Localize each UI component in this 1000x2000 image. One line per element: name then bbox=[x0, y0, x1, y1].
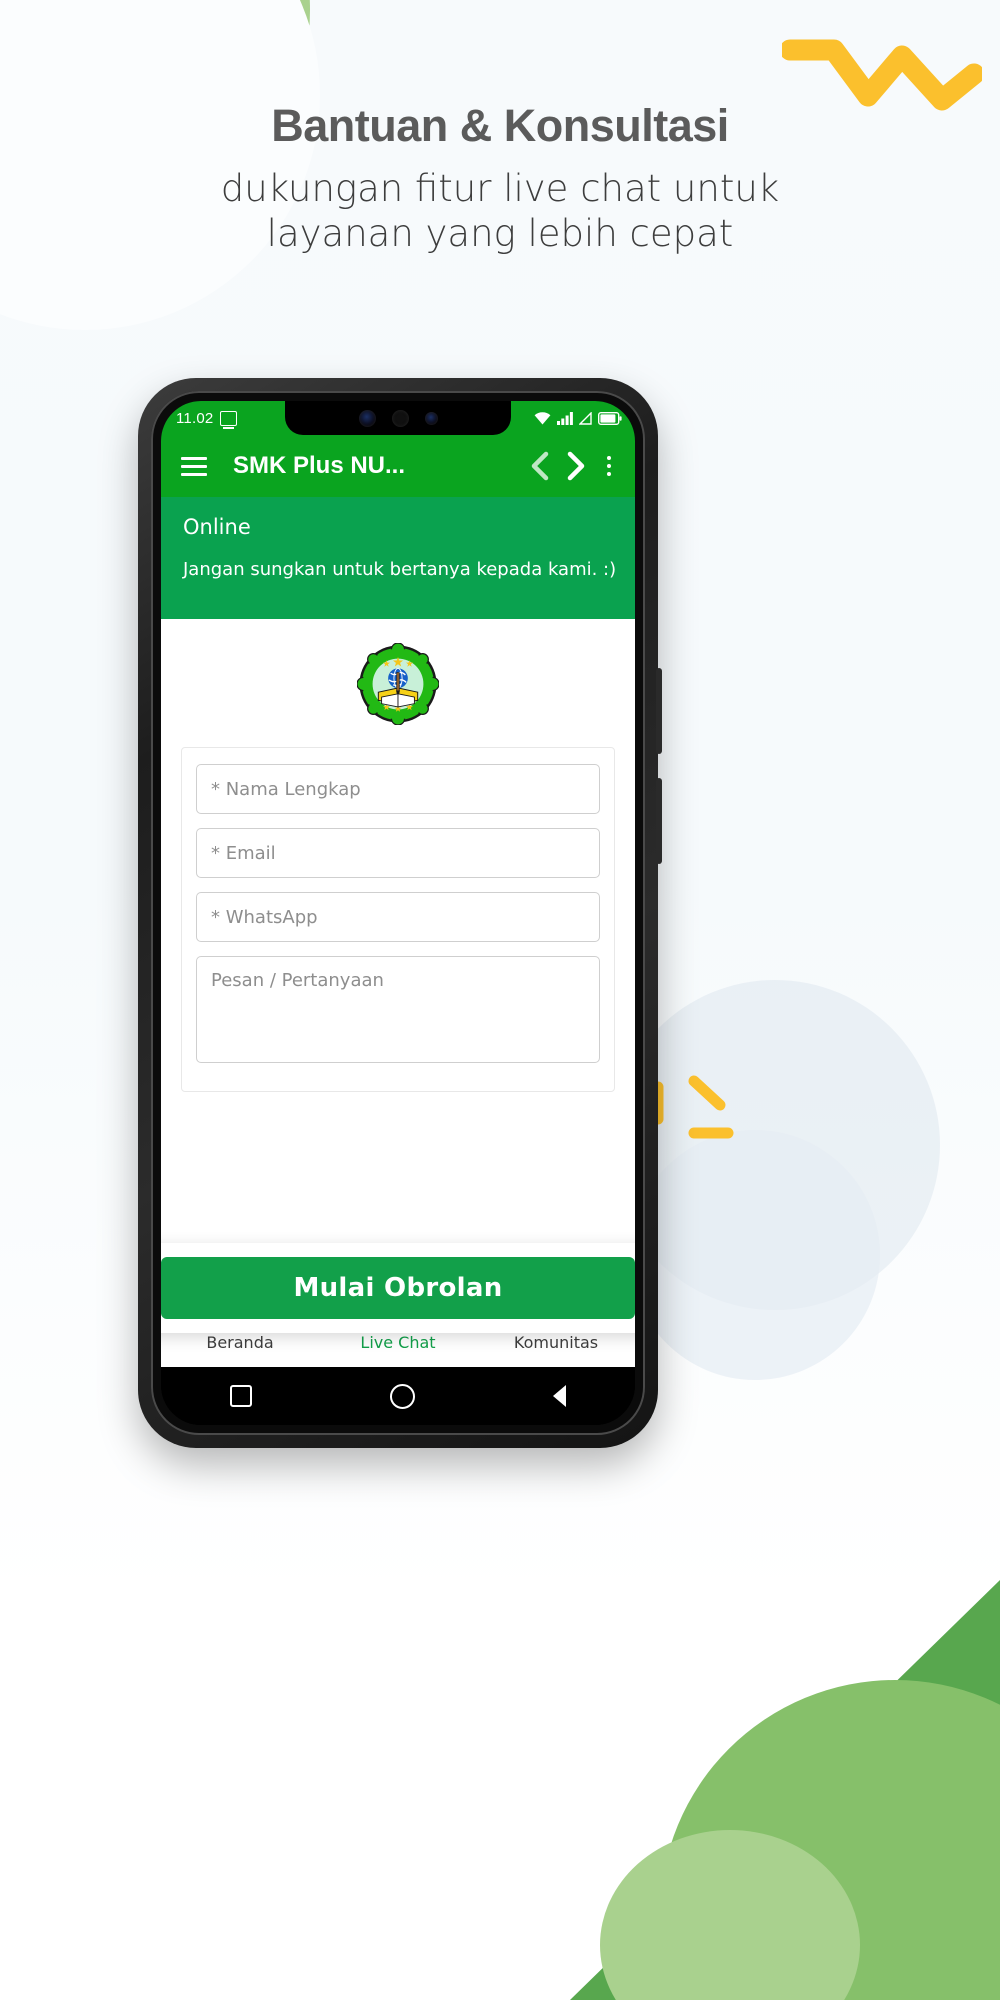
chevron-right-icon[interactable] bbox=[561, 447, 591, 485]
nama-lengkap-input[interactable]: * Nama Lengkap bbox=[196, 764, 600, 814]
app-bar: SMK Plus NU... bbox=[161, 435, 635, 497]
secondary-camera-icon bbox=[424, 411, 438, 425]
logo-container bbox=[161, 619, 635, 725]
status-bar-time: 11.02 bbox=[176, 409, 214, 427]
page-title: Bantuan & Konsultasi bbox=[271, 100, 729, 151]
monitor-icon bbox=[220, 410, 238, 429]
proximity-sensor-icon bbox=[391, 409, 409, 427]
mulai-obrolan-button[interactable]: Mulai Obrolan bbox=[161, 1257, 635, 1319]
yellow-spark-icon bbox=[652, 1075, 734, 1139]
kebab-menu-icon[interactable] bbox=[597, 456, 621, 476]
phone-volume-button bbox=[656, 668, 662, 754]
recents-square-icon[interactable] bbox=[230, 1385, 252, 1407]
phone-power-button bbox=[656, 778, 662, 864]
chat-form-card: * Nama Lengkap * Email * WhatsApp Pesan … bbox=[181, 747, 615, 1092]
smk-plus-nu-logo bbox=[357, 643, 439, 725]
home-circle-icon[interactable] bbox=[390, 1383, 415, 1409]
app-bar-actions bbox=[525, 447, 635, 485]
cta-floating-card: Mulai Obrolan bbox=[161, 1243, 635, 1333]
chat-body: * Nama Lengkap * Email * WhatsApp Pesan … bbox=[161, 619, 635, 1321]
nav-label-beranda: Beranda bbox=[206, 1332, 274, 1352]
chat-header: Online Jangan sungkan untuk bertanya kep… bbox=[161, 497, 635, 619]
wifi-icon bbox=[534, 411, 551, 425]
phone-notch bbox=[285, 401, 511, 435]
headings-block: Bantuan & Konsultasi dukungan fitur live… bbox=[0, 100, 1000, 256]
page-subtitle-line2: layanan yang lebih cepat bbox=[266, 212, 734, 256]
phone-bezel: 11.02 SMK Plus NU... Online Jangan sungk… bbox=[151, 391, 645, 1435]
chat-welcome-text: Jangan sungkan untuk bertanya kepada kam… bbox=[183, 559, 617, 580]
app-bar-title: SMK Plus NU... bbox=[233, 452, 406, 479]
status-bar-left: 11.02 bbox=[161, 409, 238, 429]
hamburger-icon[interactable] bbox=[181, 456, 207, 476]
battery-icon bbox=[598, 411, 622, 425]
back-triangle-icon[interactable] bbox=[553, 1385, 566, 1407]
page-subtitle-line1: dukungan fitur live chat untuk bbox=[220, 167, 780, 210]
whatsapp-input[interactable]: * WhatsApp bbox=[196, 892, 600, 942]
chat-status-text: Online bbox=[183, 515, 251, 539]
chevron-left-icon[interactable] bbox=[525, 447, 555, 485]
triangle-icon bbox=[579, 411, 592, 425]
front-camera-icon bbox=[358, 409, 376, 427]
nav-label-live-chat: Live Chat bbox=[360, 1332, 436, 1352]
email-input[interactable]: * Email bbox=[196, 828, 600, 878]
phone-mockup: 11.02 SMK Plus NU... Online Jangan sungk… bbox=[138, 378, 662, 1448]
signal-icon bbox=[557, 411, 573, 425]
pesan-textarea[interactable]: Pesan / Pertanyaan bbox=[196, 956, 600, 1063]
status-bar-right bbox=[534, 411, 635, 425]
android-system-navigation bbox=[161, 1367, 635, 1425]
page-subtitle: dukungan fitur live chat untuk layanan y… bbox=[0, 166, 1000, 256]
nav-label-komunitas: Komunitas bbox=[513, 1332, 599, 1352]
phone-screen: 11.02 SMK Plus NU... Online Jangan sungk… bbox=[161, 401, 635, 1425]
